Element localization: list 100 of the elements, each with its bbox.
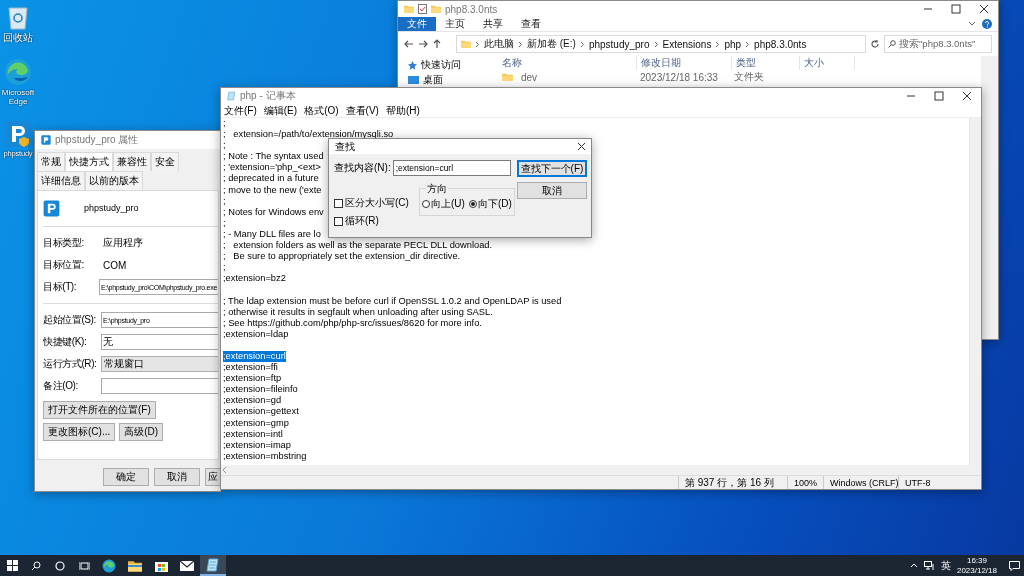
menu-item[interactable]: 编辑(E) <box>263 103 298 118</box>
column-header[interactable]: 修改日期 <box>637 56 732 70</box>
taskbar-app-button[interactable] <box>200 555 226 576</box>
field-label: 起始位置(S): <box>43 313 97 327</box>
text-line: ;extension=ldap <box>223 328 289 340</box>
input-method-indicator[interactable]: 英 <box>940 558 951 573</box>
app-shortcut-icon[interactable] <box>4 119 32 148</box>
forward-arrow-icon[interactable] <box>418 39 428 49</box>
action-button[interactable]: 更改图标(C)... <box>43 423 116 441</box>
ribbon-tab[interactable]: 查看 <box>512 17 550 31</box>
folder-icon <box>404 5 414 13</box>
shortcut-name: phpstudy_pro <box>84 203 139 213</box>
search-field[interactable]: 搜索"php8.3.0nts" <box>884 35 992 53</box>
dialog-button[interactable]: 应 <box>205 468 221 486</box>
text-line: ;extension=gmp <box>223 417 289 429</box>
back-arrow-icon[interactable] <box>404 39 414 49</box>
column-header[interactable]: 大小 <box>800 56 855 70</box>
menu-item[interactable]: 格式(O) <box>304 103 339 118</box>
ribbon-tab[interactable]: 共享 <box>474 17 512 31</box>
window-title: php8.3.0nts <box>445 3 498 15</box>
action-button[interactable]: 高级(D) <box>119 423 164 441</box>
checkbox[interactable] <box>334 216 343 226</box>
column-header[interactable]: 名称 <box>498 56 637 70</box>
shopping-bag-icon <box>154 559 168 572</box>
ribbon-tab[interactable]: 文件 <box>398 17 436 31</box>
chevron-up-icon[interactable] <box>909 563 918 568</box>
tab[interactable]: 常规 <box>37 152 65 171</box>
action-button[interactable]: 打开文件所在的位置(F) <box>43 401 156 419</box>
sidebar-item[interactable]: 快速访问 <box>408 58 498 72</box>
folder-icon <box>431 5 441 13</box>
checkbox-label[interactable]: 循环(R) <box>345 214 379 228</box>
folder-icon <box>128 559 142 572</box>
dialog-button[interactable]: 查找下一个(F) <box>517 160 587 177</box>
text-line: ;extension=ftp <box>223 373 282 385</box>
text-line: ;extension=imap <box>223 439 291 451</box>
field-label: 运行方式(R): <box>43 357 98 371</box>
sidebar-label: 桌面 <box>423 73 443 87</box>
text-line: ; <box>223 262 227 274</box>
app-icon <box>41 135 51 145</box>
sidebar-label: 快速访问 <box>421 58 461 72</box>
help-icon[interactable] <box>982 19 992 29</box>
refresh-icon[interactable] <box>870 39 880 49</box>
tab[interactable]: 快捷方式 <box>65 152 113 171</box>
menu-item[interactable]: 帮助(H) <box>385 103 420 118</box>
text-line: ;extension=bz2 <box>223 273 286 285</box>
status-text: 第 937 行，第 16 列 <box>677 476 787 489</box>
breadcrumb-item[interactable]: php8.3.0nts <box>754 38 807 50</box>
tab[interactable]: 兼容性 <box>113 152 151 171</box>
menu-item[interactable]: 查看(V) <box>345 103 379 118</box>
dialog-button[interactable]: 取消 <box>154 468 200 486</box>
field-label: 查找内容(N): <box>334 161 391 175</box>
search-field[interactable]: ;extension=curl <box>392 160 511 176</box>
table-cell-text: 文件夹 <box>733 70 765 84</box>
chevron-icon <box>475 40 480 48</box>
scrollbar[interactable] <box>221 465 981 475</box>
checkbox-label[interactable]: 区分大小写(C) <box>345 196 409 210</box>
breadcrumb-item[interactable]: 此电脑 <box>484 37 514 51</box>
tab[interactable]: 详细信息 <box>37 171 85 190</box>
chevron-icon[interactable] <box>968 21 976 27</box>
dialog-button[interactable]: 确定 <box>103 468 149 486</box>
dialog-button[interactable]: 取消 <box>517 182 587 199</box>
recycle-bin-icon[interactable] <box>6 4 30 30</box>
text-line: ; deprecated in a future <box>223 173 319 185</box>
column-header[interactable]: 类型 <box>732 56 800 70</box>
breadcrumb-item[interactable]: 新加卷 (E:) <box>527 37 576 51</box>
ribbon-tab[interactable]: 主页 <box>436 17 474 31</box>
text-line: ; otherwise it results in segfault when unloading after using SASL. <box>223 306 493 318</box>
task-view-icon[interactable] <box>78 560 90 571</box>
address-bar[interactable]: 此电脑 新加卷 (E:) phpstudy_pro Extensions php php8.3.0nts <box>456 35 866 53</box>
file-name[interactable]: dev <box>517 71 538 83</box>
text-line: ;extension=mbstring <box>223 450 307 462</box>
breadcrumb-item[interactable]: phpstudy_pro <box>588 38 650 50</box>
radio-button[interactable] <box>422 200 430 208</box>
tab[interactable]: 安全 <box>151 152 179 171</box>
properties-icon[interactable] <box>418 4 427 14</box>
windows-start-icon[interactable] <box>6 560 18 571</box>
clock[interactable]: 16:39 2023/12/18 <box>956 556 997 575</box>
up-arrow-icon[interactable] <box>432 39 442 49</box>
tab[interactable]: 以前的版本 <box>85 171 143 190</box>
browser-icon[interactable] <box>4 57 32 86</box>
menu-item[interactable]: 文件(F) <box>224 103 257 118</box>
radio-label[interactable]: 向下(D) <box>477 197 512 211</box>
notification-icon[interactable] <box>1009 560 1020 571</box>
scrollbar[interactable] <box>969 118 981 465</box>
input-field[interactable]: 无 <box>101 334 218 350</box>
field-label: 目标类型: <box>43 236 85 250</box>
circle-icon[interactable] <box>55 560 65 571</box>
search-icon[interactable] <box>31 560 41 571</box>
checkbox[interactable] <box>334 198 343 208</box>
network-icon[interactable] <box>923 561 935 570</box>
field-label: 备注(O): <box>43 379 79 393</box>
breadcrumb-item[interactable]: Extensions <box>662 38 712 50</box>
input-field[interactable] <box>101 378 218 394</box>
dropdown[interactable]: 常规窗口 <box>101 356 218 372</box>
breadcrumb-item[interactable]: php <box>724 38 742 50</box>
text-line: ; 'extension='php_<ext> <box>223 162 321 174</box>
sidebar-item[interactable]: 桌面 <box>408 73 498 87</box>
radio-button[interactable] <box>468 200 477 208</box>
radio-label[interactable]: 向上(U) <box>431 197 465 211</box>
scrollbar[interactable] <box>981 56 998 339</box>
